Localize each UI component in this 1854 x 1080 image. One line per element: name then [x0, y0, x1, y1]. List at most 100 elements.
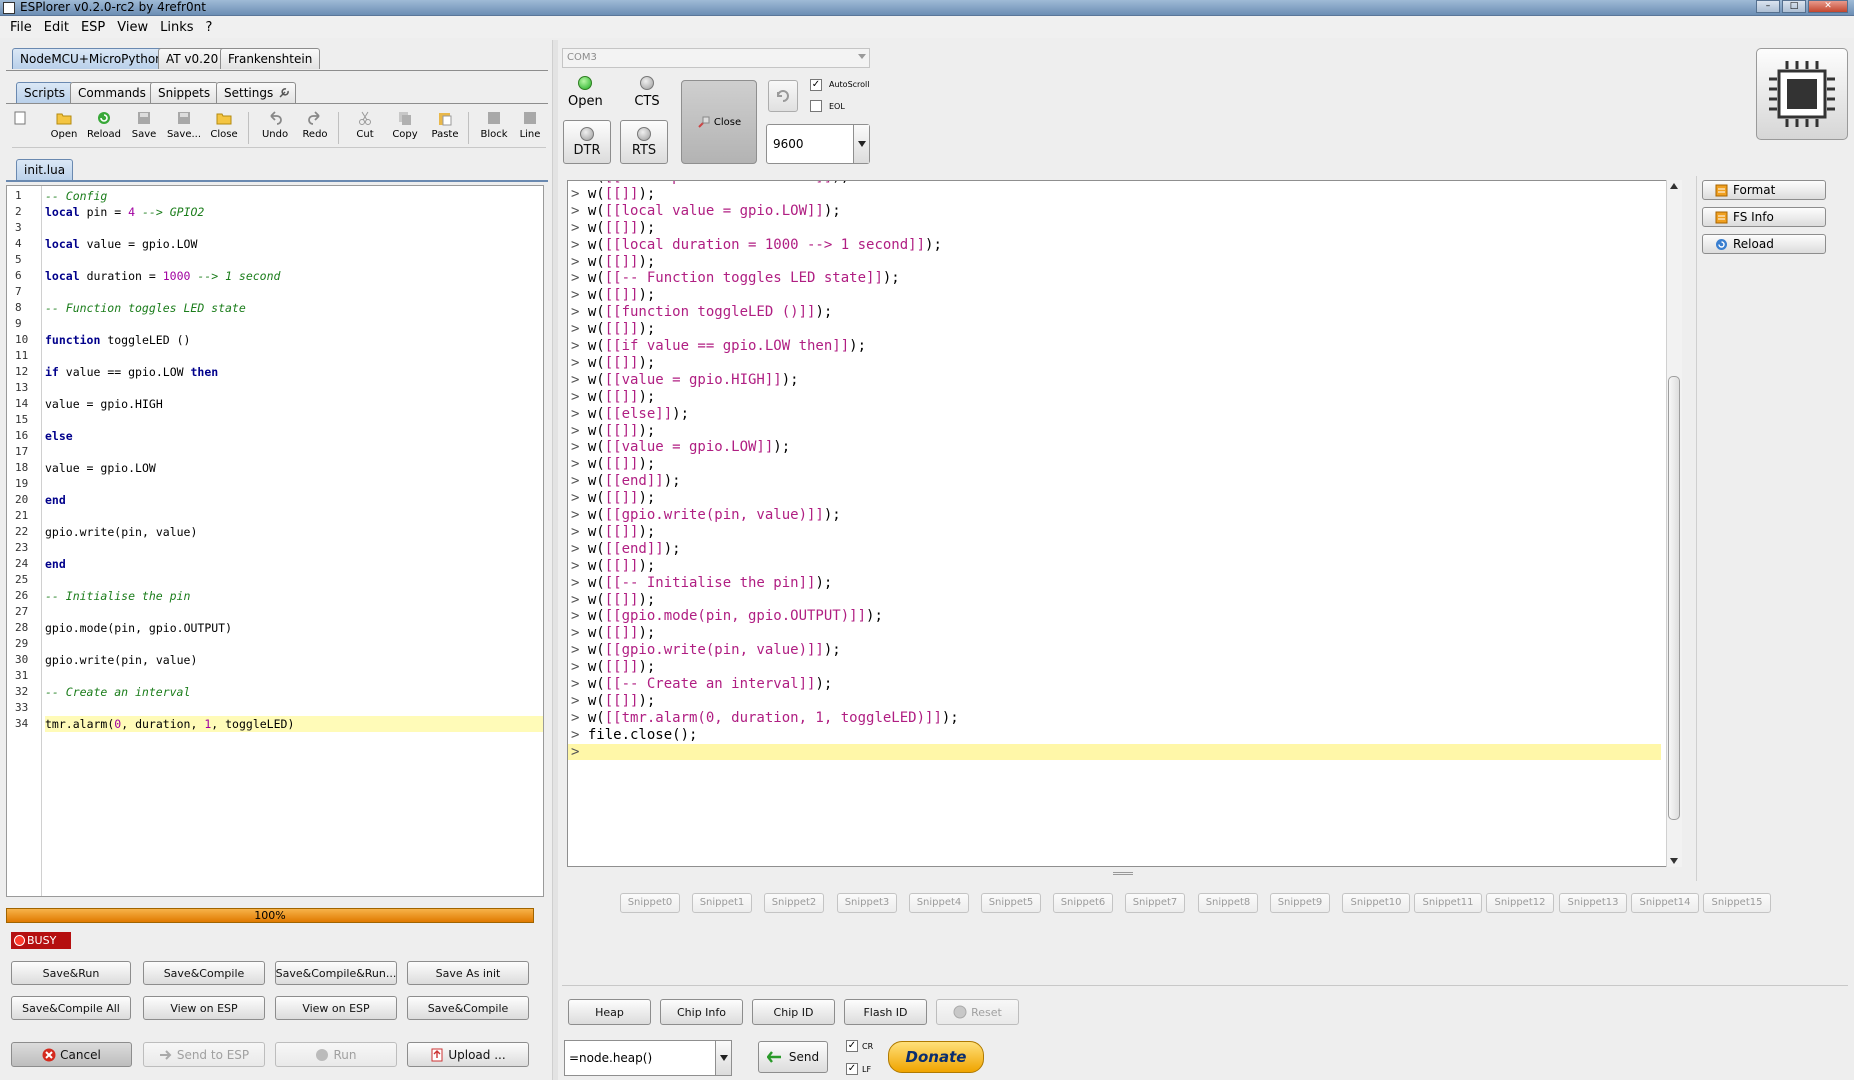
snippet-button[interactable]: Snippet9: [1270, 893, 1330, 913]
line-button[interactable]: Line: [514, 110, 546, 148]
snippet-button[interactable]: Snippet4: [909, 893, 969, 913]
snippet-button[interactable]: Snippet12: [1486, 893, 1554, 913]
tab-at[interactable]: AT v0.20: [158, 48, 227, 69]
snippet-button[interactable]: Snippet5: [981, 893, 1041, 913]
fs-info-label: FS Info: [1733, 210, 1774, 224]
snippet-button[interactable]: Snippet15: [1703, 893, 1771, 913]
chip-id-button[interactable]: Chip ID: [752, 999, 835, 1025]
undo-button[interactable]: Undo: [257, 110, 293, 148]
snippet-button[interactable]: Snippet3: [837, 893, 897, 913]
save-as-button[interactable]: Save...: [166, 110, 202, 148]
cancel-button[interactable]: Cancel: [11, 1042, 132, 1067]
close-port-button[interactable]: Close: [681, 80, 757, 164]
save-button[interactable]: Save: [126, 110, 162, 148]
donate-button[interactable]: Donate: [888, 1041, 984, 1073]
snippet-button[interactable]: Snippet10: [1342, 893, 1410, 913]
tab-settings[interactable]: Settings: [216, 82, 297, 103]
maximize-button[interactable]: □: [1782, 0, 1806, 13]
menu-view[interactable]: View: [111, 20, 154, 35]
paste-button[interactable]: Paste: [427, 110, 463, 148]
terminal-line: > w([[]]);: [571, 659, 656, 676]
terminal-output[interactable]: > w([[local pin = 4 --> GPIO2]]);> w([[]…: [567, 180, 1682, 867]
upload-button[interactable]: Upload ...: [407, 1042, 529, 1067]
terminal-line: > w([[]]);: [571, 219, 656, 236]
new-file-button[interactable]: [10, 110, 30, 148]
menu-file[interactable]: File: [4, 20, 38, 35]
save-run-button[interactable]: Save&Run: [11, 961, 131, 985]
minimize-button[interactable]: –: [1756, 0, 1780, 13]
snippet-button[interactable]: Snippet8: [1198, 893, 1258, 913]
send-to-esp-button[interactable]: Send to ESP: [143, 1042, 265, 1067]
save-compile-button-2[interactable]: Save&Compile: [407, 996, 529, 1020]
code-editor[interactable]: 1 2 3 4 5 6 7 8 9 10 11 12 13 14 15 16 17 18 19 20 21 22 23 24 2…: [6, 185, 544, 897]
close-window-button[interactable]: ✕: [1808, 0, 1848, 13]
scrollbar-thumb[interactable]: [1668, 376, 1680, 820]
run-button[interactable]: Run: [275, 1042, 397, 1067]
reload-files-button[interactable]: Reload: [1702, 234, 1826, 254]
close-file-button[interactable]: Close: [206, 110, 242, 148]
send-to-esp-label: Send to ESP: [176, 1047, 250, 1062]
menu-esp[interactable]: ESP: [75, 20, 111, 35]
menu-links[interactable]: Links: [154, 20, 199, 35]
tab-commands[interactable]: Commands: [70, 82, 154, 103]
command-input[interactable]: =node.heap(): [564, 1040, 732, 1076]
flash-id-button[interactable]: Flash ID: [844, 999, 927, 1025]
scroll-up-icon[interactable]: [1670, 183, 1678, 189]
terminal-line: > w([[gpio.write(pin, value)]]);: [571, 507, 841, 523]
line-number: 33: [15, 701, 29, 714]
cr-checkbox[interactable]: ✓: [846, 1040, 858, 1052]
chevron-down-icon[interactable]: [715, 1041, 731, 1075]
lf-checkbox[interactable]: ✓: [846, 1063, 858, 1075]
fs-info-button[interactable]: FS Info: [1702, 207, 1826, 227]
snippet-button[interactable]: Snippet14: [1631, 893, 1699, 913]
snippet-button[interactable]: Snippet13: [1559, 893, 1627, 913]
eol-checkbox[interactable]: [810, 100, 822, 112]
save-compile-button[interactable]: Save&Compile: [143, 961, 265, 985]
run-label: Run: [333, 1047, 357, 1062]
open-led-icon: [578, 76, 592, 90]
snippet-button[interactable]: Snippet7: [1125, 893, 1185, 913]
split-pane-divider[interactable]: [552, 40, 558, 1080]
resize-handle[interactable]: [1113, 872, 1133, 875]
dtr-button[interactable]: DTR: [563, 120, 611, 164]
refresh-ports-button[interactable]: [768, 80, 798, 112]
heap-button[interactable]: Heap: [568, 999, 651, 1025]
baud-rate-select[interactable]: 9600: [766, 124, 870, 164]
open-button[interactable]: Open: [46, 110, 82, 148]
save-compile-all-button[interactable]: Save&Compile All: [11, 996, 131, 1020]
reset-button[interactable]: Reset: [936, 999, 1019, 1025]
tab-snippets[interactable]: Snippets: [150, 82, 219, 103]
menu-edit[interactable]: Edit: [38, 20, 75, 35]
reset-label: Reset: [971, 1005, 1002, 1019]
tab-scripts[interactable]: Scripts: [16, 82, 74, 103]
cut-button[interactable]: Cut: [347, 110, 383, 148]
chip-button[interactable]: [1756, 48, 1848, 140]
port-select[interactable]: COM3: [562, 48, 870, 68]
line-icon: [524, 112, 536, 124]
menu-help[interactable]: ?: [200, 20, 219, 35]
tab-frankenshtein[interactable]: Frankenshtein: [220, 48, 321, 69]
reload-button[interactable]: Reload: [86, 110, 122, 148]
redo-button[interactable]: Redo: [297, 110, 333, 148]
send-button[interactable]: Send: [758, 1041, 828, 1073]
snippet-button[interactable]: Snippet0: [620, 893, 680, 913]
snippet-button[interactable]: Snippet11: [1414, 893, 1482, 913]
chip-info-button[interactable]: Chip Info: [660, 999, 743, 1025]
view-on-esp-button-2[interactable]: View on ESP: [275, 996, 397, 1020]
autoscroll-checkbox[interactable]: ✓: [810, 79, 822, 91]
format-button[interactable]: Format: [1702, 180, 1826, 200]
save-as-init-button[interactable]: Save As init: [407, 961, 529, 985]
tab-nodemcu[interactable]: NodeMCU+MicroPython: [12, 48, 171, 69]
block-button[interactable]: Block: [476, 110, 512, 148]
view-on-esp-button[interactable]: View on ESP: [143, 996, 265, 1020]
open-port-indicator[interactable]: Open: [568, 76, 603, 109]
scroll-down-icon[interactable]: [1670, 858, 1678, 864]
snippet-button[interactable]: Snippet1: [692, 893, 752, 913]
snippet-button[interactable]: Snippet2: [764, 893, 824, 913]
rts-led-icon: [637, 126, 651, 141]
save-compile-run-button[interactable]: Save&Compile&Run...: [275, 961, 397, 985]
snippet-button[interactable]: Snippet6: [1053, 893, 1113, 913]
file-tab-init-lua[interactable]: init.lua: [16, 159, 74, 181]
copy-button[interactable]: Copy: [387, 110, 423, 148]
rts-button[interactable]: RTS: [620, 120, 668, 164]
